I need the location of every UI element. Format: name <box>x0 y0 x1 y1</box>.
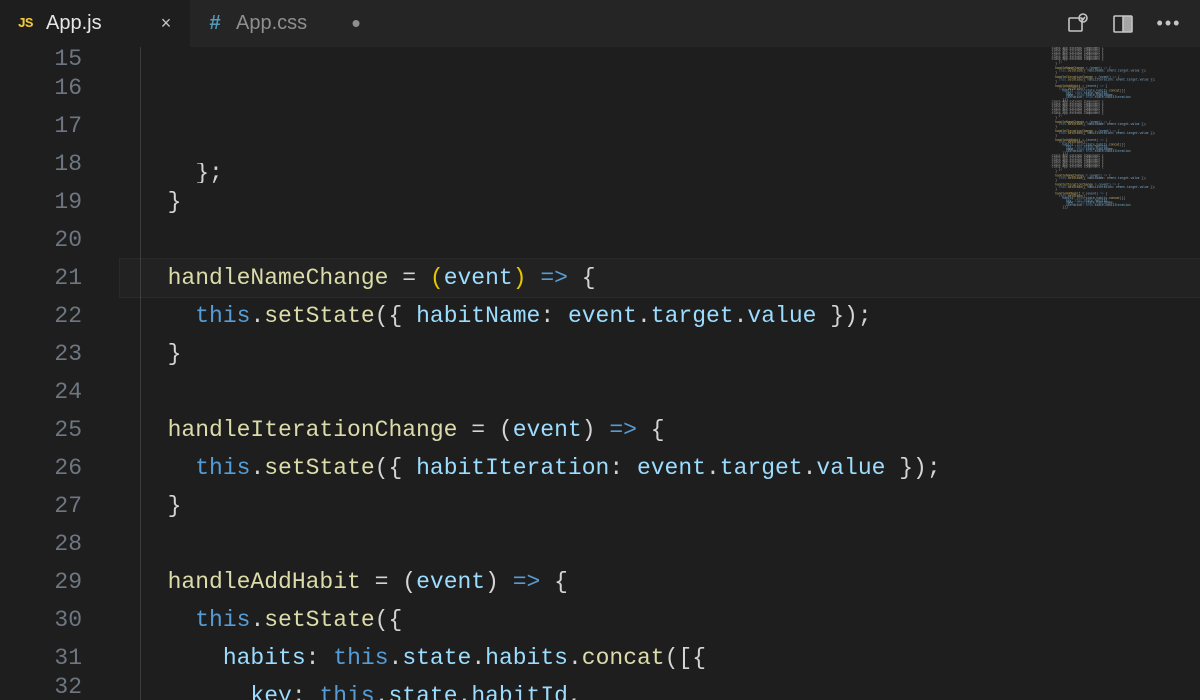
tab-app-js[interactable]: JS App.js × <box>0 0 190 47</box>
code-line[interactable]: this.setState({ habitIteration: event.ta… <box>120 449 1200 487</box>
tab-label: App.js <box>46 12 146 35</box>
line-number: 27 <box>0 487 82 525</box>
open-changes-icon[interactable] <box>1064 11 1090 37</box>
javascript-file-icon: JS <box>14 13 36 35</box>
line-number: 30 <box>0 601 82 639</box>
minimap[interactable]: class App extends Component { class App … <box>1050 47 1200 700</box>
tab-label: App.css <box>236 12 336 35</box>
code-line[interactable]: this.setState({ <box>120 601 1200 639</box>
line-number: 32 <box>0 677 82 697</box>
close-icon[interactable]: × <box>156 14 176 34</box>
line-number: 18 <box>0 145 82 183</box>
code-line[interactable]: habits: this.state.habits.concat([{ <box>120 639 1200 677</box>
more-icon[interactable]: ••• <box>1156 11 1182 37</box>
code-line[interactable] <box>120 221 1200 259</box>
code-line[interactable]: handleIterationChange = (event) => { <box>120 411 1200 449</box>
line-number-gutter: 151617181920212223242526272829303132 <box>0 47 120 700</box>
code-line[interactable]: this.setState({ habitName: event.target.… <box>120 297 1200 335</box>
code-line[interactable] <box>120 373 1200 411</box>
css-file-icon: # <box>204 12 226 35</box>
code-line[interactable]: } <box>120 487 1200 525</box>
tab-app-css[interactable]: # App.css • <box>190 0 380 47</box>
code-line[interactable]: key: this.state.habitId, <box>120 677 1200 700</box>
line-number: 16 <box>0 69 82 107</box>
code-line[interactable]: handleNameChange = (event) => { <box>120 259 1200 297</box>
code-line[interactable]: }; <box>120 163 1200 183</box>
code-line[interactable]: } <box>120 183 1200 221</box>
code-editor[interactable]: 151617181920212223242526272829303132 }; … <box>0 47 1200 700</box>
code-line[interactable]: } <box>120 335 1200 373</box>
line-number: 22 <box>0 297 82 335</box>
line-number: 26 <box>0 449 82 487</box>
line-number: 19 <box>0 183 82 221</box>
line-number: 20 <box>0 221 82 259</box>
code-line[interactable]: handleAddHabit = (event) => { <box>120 563 1200 601</box>
line-number: 23 <box>0 335 82 373</box>
code-line[interactable] <box>120 525 1200 563</box>
code-area[interactable]: }; } handleNameChange = (event) => { thi… <box>120 47 1200 700</box>
line-number: 24 <box>0 373 82 411</box>
editor-actions: ••• <box>1064 0 1200 47</box>
split-editor-icon[interactable] <box>1110 11 1136 37</box>
line-number: 29 <box>0 563 82 601</box>
line-number: 15 <box>0 49 82 69</box>
line-number: 25 <box>0 411 82 449</box>
line-number: 31 <box>0 639 82 677</box>
dirty-indicator-icon[interactable]: • <box>346 14 366 34</box>
tab-bar: JS App.js × # App.css • ••• <box>0 0 1200 47</box>
line-number: 21 <box>0 259 82 297</box>
line-number: 28 <box>0 525 82 563</box>
line-number: 17 <box>0 107 82 145</box>
